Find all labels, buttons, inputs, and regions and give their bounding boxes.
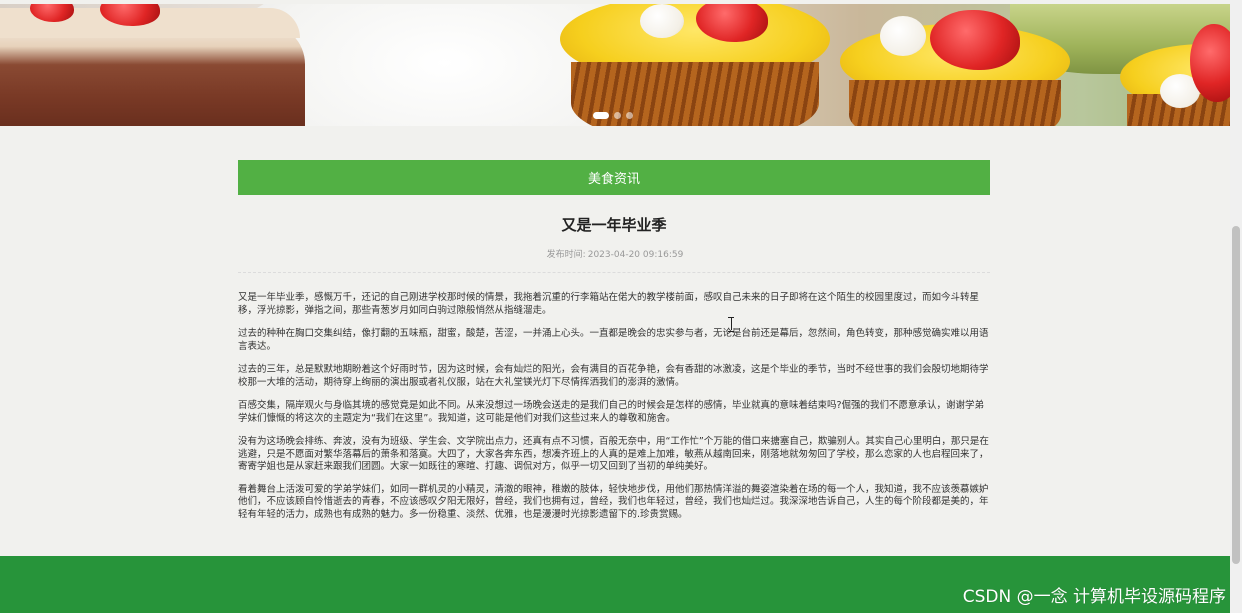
publish-time: 发布时间: 2023-04-20 09:16:59 xyxy=(238,247,990,260)
section-header: 美食资讯 xyxy=(238,160,990,195)
article-paragraph: 又是一年毕业季，感慨万千，还记的自己刚进学校那时候的情景，我拖着沉重的行李箱站在… xyxy=(238,292,980,316)
article-paragraph: 看着舞台上活泼可爱的学弟学妹们，如同一群机灵的小精灵，清澈的眼神，稚嫩的肢体，轻… xyxy=(238,483,989,520)
article-paragraph: 百感交集，隔岸观火与身临其境的感觉竟是如此不同。从来没想过一场晚会送走的是我们自… xyxy=(238,400,985,424)
publish-time-value: 2023-04-20 09:16:59 xyxy=(587,250,684,260)
text-cursor-icon xyxy=(728,317,734,332)
carousel-indicators xyxy=(593,110,633,120)
section-header-label: 美食资讯 xyxy=(587,172,640,187)
carousel-dot[interactable] xyxy=(626,111,633,119)
cream-dollop-image xyxy=(880,16,926,56)
title-divider xyxy=(238,272,990,273)
banner-tart-image xyxy=(560,4,830,126)
vertical-scrollbar[interactable] xyxy=(1230,0,1242,613)
carousel-dot[interactable] xyxy=(593,111,609,119)
article-paragraph: 没有为这场晚会排练、奔波，没有为班级、学生会、文学院出点力，还真有点不习惯，百般… xyxy=(238,436,989,472)
watermark-text: CSDN @一念 计算机毕设源码程序 xyxy=(962,587,1226,607)
article-body: 又是一年毕业季，感慨万千，还记的自己刚进学校那时候的情景，我拖着沉重的行李箱站在… xyxy=(238,292,990,532)
scrollbar-thumb[interactable] xyxy=(1232,226,1240,564)
carousel-dot[interactable] xyxy=(614,111,621,119)
article-title: 又是一年毕业季 xyxy=(561,216,667,234)
cream-dollop-image xyxy=(640,4,684,38)
article-paragraph: 过去的三年，总是默默地期盼着这个好雨时节，因为这时候，会有灿烂的阳光，会有满目的… xyxy=(238,364,989,388)
banner-cake-image xyxy=(0,8,305,126)
hero-banner[interactable] xyxy=(0,4,1230,126)
article-paragraph: 过去的种种在胸口交集纠结，像打翻的五味瓶，甜蜜，酸楚，苦涩，一并涌上心头。一直都… xyxy=(238,328,989,352)
publish-time-label: 发布时间: xyxy=(546,250,586,260)
